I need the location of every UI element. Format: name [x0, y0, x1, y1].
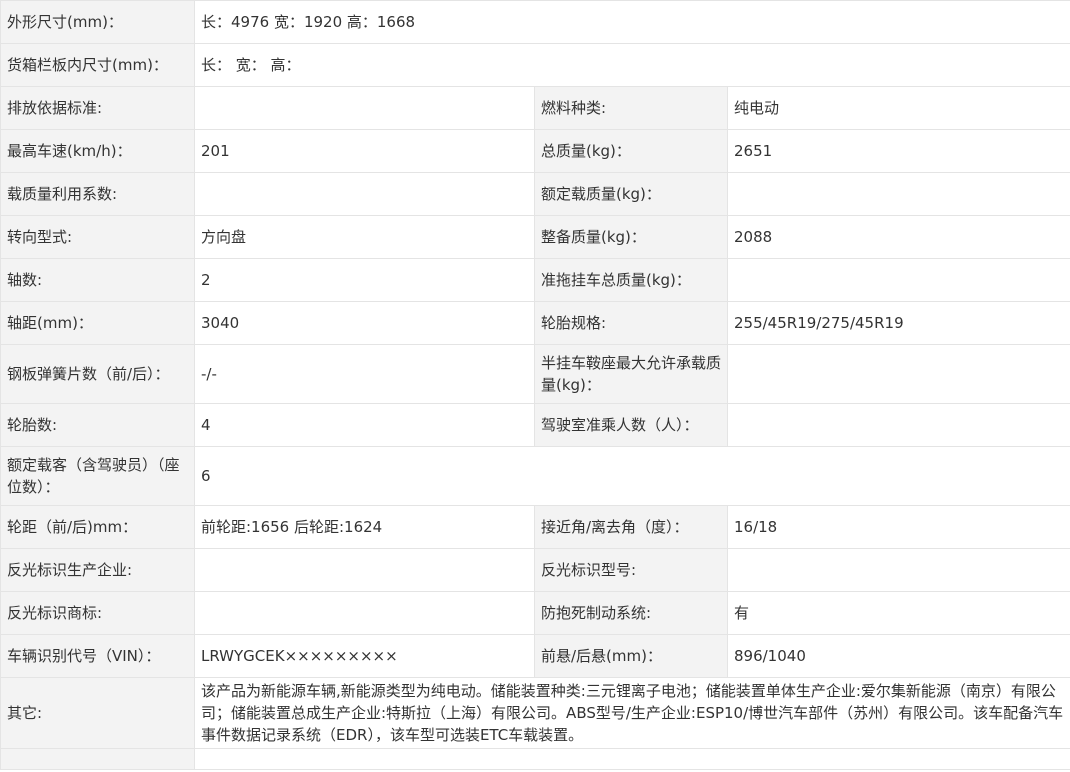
spec-label-cell: 转向型式:: [0, 215, 195, 259]
spec-value-cell: 2651: [727, 129, 1070, 173]
spec-value-cell: 16/18: [727, 505, 1070, 549]
table-row: 货箱栏板内尺寸(mm)： 长： 宽： 高：: [0, 43, 1070, 87]
spec-label-cell: 燃料种类:: [534, 86, 728, 130]
spec-value-cell: -/-: [194, 344, 535, 404]
spec-label-cell: 轮胎数:: [0, 403, 195, 447]
spec-value-cell: 有: [727, 591, 1070, 635]
spec-label-cell: 额定载质量(kg)：: [534, 172, 728, 216]
spec-label-cell: 反光标识商标:: [0, 591, 195, 635]
table-row: 车辆识别代号（VIN）： LRWYGCEK××××××××× 前悬/后悬(mm)： 8…: [0, 634, 1070, 678]
spec-value-cell: 201: [194, 129, 535, 173]
spec-value-cell: [194, 591, 535, 635]
spec-value-cell: 896/1040: [727, 634, 1070, 678]
table-row: 最高车速(km/h)： 201 总质量(kg)： 2651: [0, 129, 1070, 173]
table-row: 载质量利用系数: 额定载质量(kg)：: [0, 172, 1070, 216]
table-row: 轮胎数: 4 驾驶室准乘人数（人）：: [0, 403, 1070, 447]
spec-label-cell: 准拖挂车总质量(kg)：: [534, 258, 728, 302]
spec-label-cell: 反光标识型号:: [534, 548, 728, 592]
spec-value-cell: 前轮距:1656 后轮距:1624: [194, 505, 535, 549]
table-row-empty: [0, 748, 1070, 770]
spec-value-cell: [194, 748, 1070, 770]
spec-value-cell: 方向盘: [194, 215, 535, 259]
spec-value-cell: [727, 172, 1070, 216]
table-row: 额定载客（含驾驶员）（座位数）： 6: [0, 446, 1070, 506]
spec-table-body: 外形尺寸(mm)： 长：4976 宽：1920 高：1668 货箱栏板内尺寸(mm)…: [0, 0, 1070, 749]
spec-label-cell: 半挂车鞍座最大允许承载质量(kg)：: [534, 344, 728, 404]
spec-value-cell: [727, 258, 1070, 302]
spec-label-cell: 排放依据标准:: [0, 86, 195, 130]
spec-label-cell: 货箱栏板内尺寸(mm)：: [0, 43, 195, 87]
spec-label-cell: 外形尺寸(mm)：: [0, 0, 195, 44]
spec-label-cell: 载质量利用系数:: [0, 172, 195, 216]
spec-label-cell: 轮胎规格:: [534, 301, 728, 345]
spec-label-cell: 整备质量(kg)：: [534, 215, 728, 259]
spec-label-cell: [0, 748, 195, 770]
spec-label-cell: 前悬/后悬(mm)：: [534, 634, 728, 678]
table-row: 外形尺寸(mm)： 长：4976 宽：1920 高：1668: [0, 0, 1070, 44]
spec-value-cell: [194, 548, 535, 592]
spec-value-cell: [727, 344, 1070, 404]
spec-label-cell: 驾驶室准乘人数（人）：: [534, 403, 728, 447]
spec-label-cell: 轴距(mm)：: [0, 301, 195, 345]
spec-label-cell: 轴数:: [0, 258, 195, 302]
table-row: 反光标识商标: 防抱死制动系统: 有: [0, 591, 1070, 635]
table-row: 反光标识生产企业: 反光标识型号:: [0, 548, 1070, 592]
spec-value-cell: [194, 86, 535, 130]
spec-value-cell: LRWYGCEK×××××××××: [194, 634, 535, 678]
table-row: 转向型式: 方向盘 整备质量(kg)： 2088: [0, 215, 1070, 259]
spec-value-cell: [194, 172, 535, 216]
spec-label-cell: 车辆识别代号（VIN）：: [0, 634, 195, 678]
spec-label-cell: 防抱死制动系统:: [534, 591, 728, 635]
spec-value-cell: 2088: [727, 215, 1070, 259]
table-row: 排放依据标准: 燃料种类: 纯电动: [0, 86, 1070, 130]
spec-label-cell: 其它:: [0, 677, 195, 749]
table-row: 轴距(mm)： 3040 轮胎规格: 255/45R19/275/45R19: [0, 301, 1070, 345]
table-row: 轮距（前/后)mm： 前轮距:1656 后轮距:1624 接近角/离去角（度）： 16…: [0, 505, 1070, 549]
spec-label-cell: 钢板弹簧片数（前/后）：: [0, 344, 195, 404]
spec-value-cell: 2: [194, 258, 535, 302]
spec-label-cell: 总质量(kg)：: [534, 129, 728, 173]
spec-value-cell: 该产品为新能源车辆,新能源类型为纯电动。储能装置种类:三元锂离子电池；储能装置单…: [194, 677, 1070, 749]
spec-label-cell: 轮距（前/后)mm：: [0, 505, 195, 549]
spec-label-cell: 接近角/离去角（度）：: [534, 505, 728, 549]
spec-value-cell: 4: [194, 403, 535, 447]
table-row: 钢板弹簧片数（前/后）： -/- 半挂车鞍座最大允许承载质量(kg)：: [0, 344, 1070, 404]
spec-value-cell: 长：4976 宽：1920 高：1668: [194, 0, 1070, 44]
spec-value-cell: 纯电动: [727, 86, 1070, 130]
spec-value-cell: 长： 宽： 高：: [194, 43, 1070, 87]
spec-value-cell: 6: [194, 446, 1070, 506]
vehicle-spec-table: 外形尺寸(mm)： 长：4976 宽：1920 高：1668 货箱栏板内尺寸(mm)…: [0, 0, 1070, 770]
spec-label-cell: 最高车速(km/h)：: [0, 129, 195, 173]
spec-label-cell: 反光标识生产企业:: [0, 548, 195, 592]
spec-value-cell: 3040: [194, 301, 535, 345]
table-row: 轴数: 2 准拖挂车总质量(kg)：: [0, 258, 1070, 302]
table-row: 其它: 该产品为新能源车辆,新能源类型为纯电动。储能装置种类:三元锂离子电池；储能…: [0, 677, 1070, 749]
spec-label-cell: 额定载客（含驾驶员）（座位数）：: [0, 446, 195, 506]
spec-value-cell: 255/45R19/275/45R19: [727, 301, 1070, 345]
spec-value-cell: [727, 548, 1070, 592]
spec-value-cell: [727, 403, 1070, 447]
